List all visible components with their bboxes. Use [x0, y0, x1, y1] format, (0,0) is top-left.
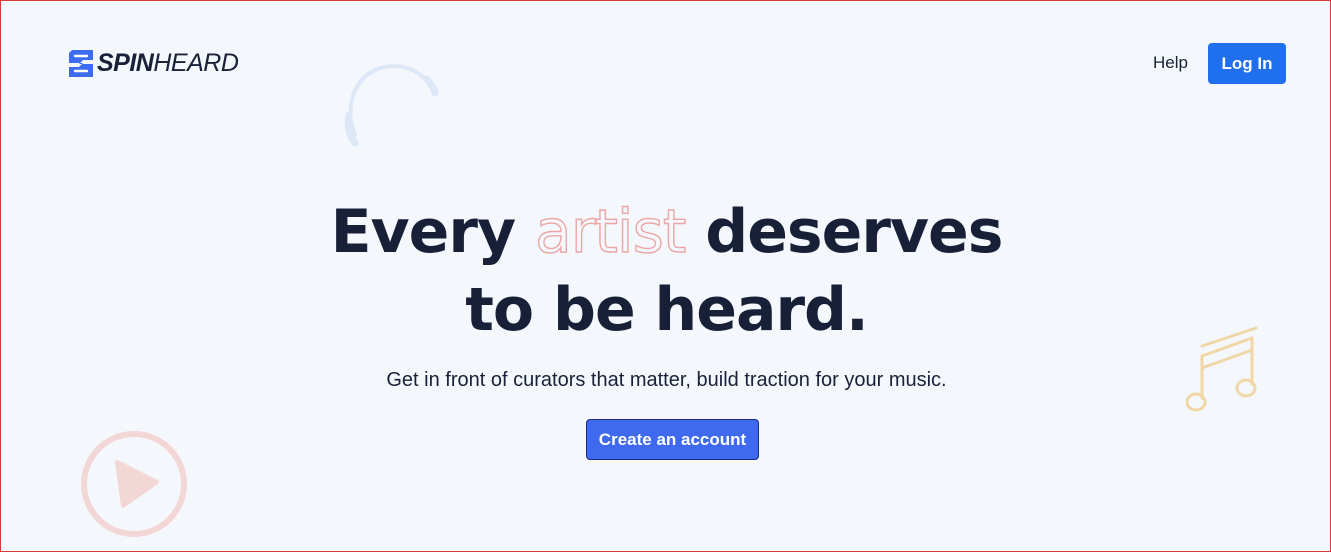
hero-title-accent: artist: [534, 196, 687, 267]
hero-title-line2: to be heard.: [465, 275, 869, 345]
help-link[interactable]: Help: [1153, 53, 1188, 73]
login-button[interactable]: Log In: [1208, 43, 1286, 84]
hero-title: Every artist deserves to be heard.: [1, 193, 1331, 349]
play-icon: [81, 431, 187, 537]
hero-subtitle: Get in front of curators that matter, bu…: [386, 369, 947, 391]
spinheard-logo-icon: [69, 50, 93, 77]
logo-text-heard: HEARD: [153, 49, 239, 77]
headphones-icon: [344, 63, 439, 147]
spinheard-logo[interactable]: SPIN HEARD: [69, 49, 239, 77]
create-account-button[interactable]: Create an account: [586, 419, 759, 460]
hero-title-before: Every: [330, 197, 535, 267]
hero-title-after: deserves: [685, 197, 1003, 267]
logo-wordmark: SPIN HEARD: [97, 49, 239, 77]
logo-text-spin: SPIN: [97, 49, 154, 77]
